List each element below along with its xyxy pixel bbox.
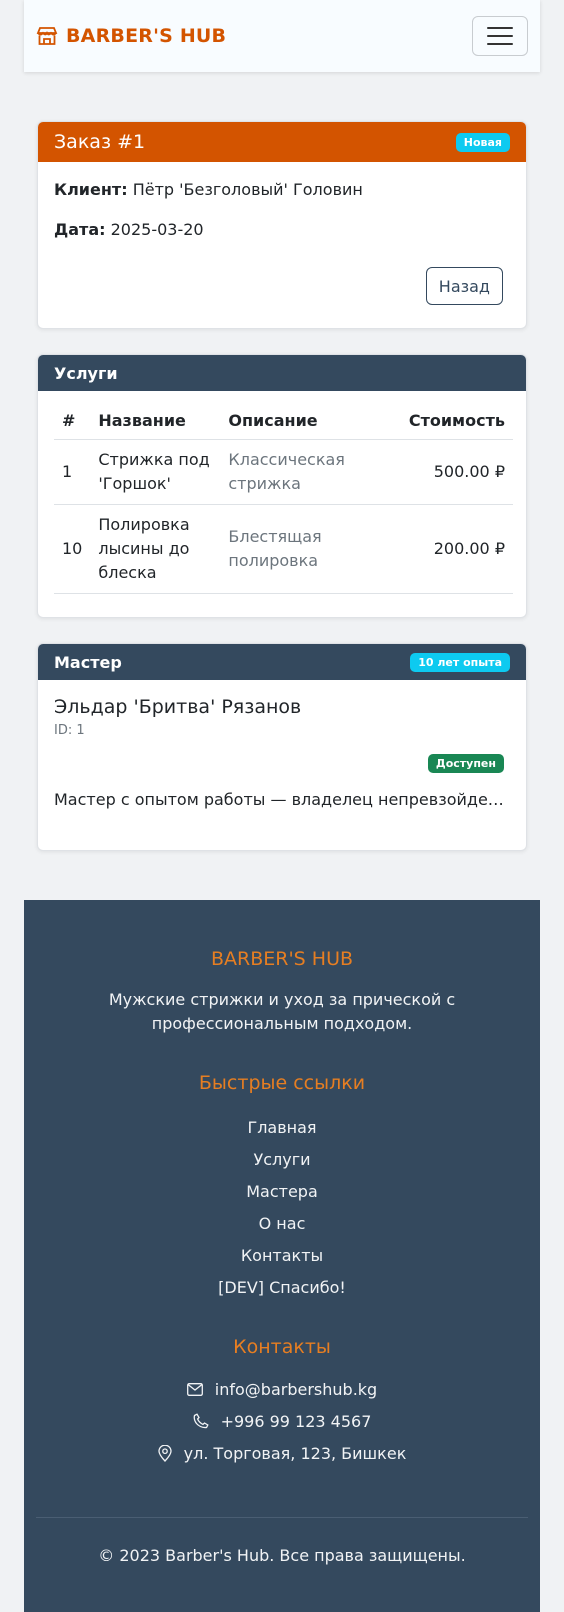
- footer-link-home[interactable]: Главная: [24, 1116, 540, 1148]
- table-header-row: # Название Описание Стоимость: [54, 403, 513, 440]
- date-value: 2025-03-20: [110, 220, 204, 239]
- date-row: Дата: 2025-03-20: [54, 218, 510, 242]
- services-table: # Название Описание Стоимость 1 Стрижка …: [54, 403, 513, 594]
- master-body: Эльдар 'Бритва' Рязанов ID: 1 Доступен М…: [38, 680, 526, 850]
- service-name: Стрижка под 'Горшок': [90, 439, 221, 505]
- back-button[interactable]: Назад: [425, 267, 503, 305]
- footer-link-services[interactable]: Услуги: [24, 1148, 540, 1180]
- geo-pin-icon: [157, 1444, 172, 1462]
- quick-links-heading: Быстрые ссылки: [198, 1072, 366, 1094]
- service-description: Блестящая полировка: [220, 504, 401, 594]
- envelope-icon: [186, 1382, 203, 1396]
- date-label: Дата:: [54, 220, 106, 239]
- column-header: Описание: [220, 403, 401, 440]
- contact-phone-text[interactable]: +996 99 123 4567: [221, 1412, 372, 1431]
- contacts-list: info@barbershub.kg +996 99 123 4567 ул. …: [24, 1373, 540, 1469]
- page: BARBER'S HUB Заказ #1 Новая Клиент: Пётр…: [0, 0, 549, 1612]
- footer: BARBER'S HUB Мужские стрижки и уход за п…: [24, 900, 540, 1612]
- shop-icon: [36, 26, 58, 46]
- contact-email-text[interactable]: info@barbershub.kg: [215, 1380, 377, 1399]
- copyright: © 2023 Barber's Hub. Все права защищены.: [98, 1546, 466, 1565]
- service-num: 1: [54, 439, 91, 505]
- service-name: Полировка лысины до блеска: [90, 504, 221, 594]
- footer-link-dev-thanks[interactable]: [DEV] Спасибо!: [24, 1276, 540, 1308]
- contact-phone: +996 99 123 4567: [24, 1405, 540, 1437]
- service-price: 500.00 ₽: [400, 439, 513, 505]
- client-row: Клиент: Пётр 'Безголовый' Головин: [54, 178, 510, 202]
- footer-tagline: Мужские стрижки и уход за прической с пр…: [108, 990, 456, 1033]
- column-header: Название: [90, 403, 221, 440]
- brand-link[interactable]: BARBER'S HUB: [36, 25, 226, 47]
- experience-badge: 10 лет опыта: [410, 652, 510, 672]
- navbar: BARBER'S HUB: [24, 0, 540, 72]
- service-description: Классическая стрижка: [220, 439, 401, 505]
- footer-brand: BARBER'S HUB: [210, 948, 354, 970]
- order-header: Заказ #1 Новая: [38, 122, 526, 162]
- contacts-heading: Контакты: [233, 1336, 331, 1358]
- order-title: Заказ #1: [54, 131, 146, 153]
- client-label: Клиент:: [54, 180, 128, 199]
- service-num: 10: [54, 504, 91, 594]
- column-header: #: [54, 403, 91, 440]
- column-header: Стоимость: [400, 403, 513, 440]
- services-card: Услуги # Название Описание Стоимость 1 С…: [37, 354, 527, 618]
- client-value: Пётр 'Безголовый' Головин: [132, 180, 363, 199]
- order-card: Заказ #1 Новая Клиент: Пётр 'Безголовый'…: [37, 121, 527, 329]
- brand-text: BARBER'S HUB: [66, 25, 227, 47]
- menu-toggle-button[interactable]: [472, 16, 528, 56]
- contact-email: info@barbershub.kg: [24, 1373, 540, 1405]
- order-body: Клиент: Пётр 'Безголовый' Головин Дата: …: [38, 162, 526, 274]
- contact-address: ул. Торговая, 123, Бишкек: [24, 1437, 540, 1469]
- master-card: Мастер 10 лет опыта Эльдар 'Бритва' Ряза…: [37, 643, 527, 851]
- service-price: 200.00 ₽: [400, 504, 513, 594]
- master-name: Эльдар 'Бритва' Рязанов: [54, 696, 302, 718]
- master-header: Мастер 10 лет опыта: [38, 644, 526, 680]
- master-id: ID: 1: [54, 723, 85, 738]
- table-row: 1 Стрижка под 'Горшок' Классическая стри…: [54, 439, 513, 505]
- master-description: Мастер с опытом работы — владелец непрев…: [54, 790, 512, 809]
- services-header: Услуги: [38, 355, 526, 391]
- availability-badge: Доступен: [427, 754, 504, 773]
- table-row: 10 Полировка лысины до блеска Блестящая …: [54, 504, 513, 594]
- telephone-icon: [193, 1413, 209, 1429]
- footer-link-masters[interactable]: Мастера: [24, 1180, 540, 1212]
- footer-divider: [36, 1517, 528, 1518]
- footer-link-contacts[interactable]: Контакты: [24, 1244, 540, 1276]
- quick-links-list: Главная Услуги Мастера О нас Контакты [D…: [24, 1116, 540, 1308]
- master-header-title: Мастер: [54, 652, 122, 672]
- status-badge: Новая: [455, 132, 510, 152]
- contact-address-text: ул. Торговая, 123, Бишкек: [183, 1443, 407, 1463]
- footer-link-about[interactable]: О нас: [24, 1212, 540, 1244]
- hamburger-icon: [487, 27, 513, 29]
